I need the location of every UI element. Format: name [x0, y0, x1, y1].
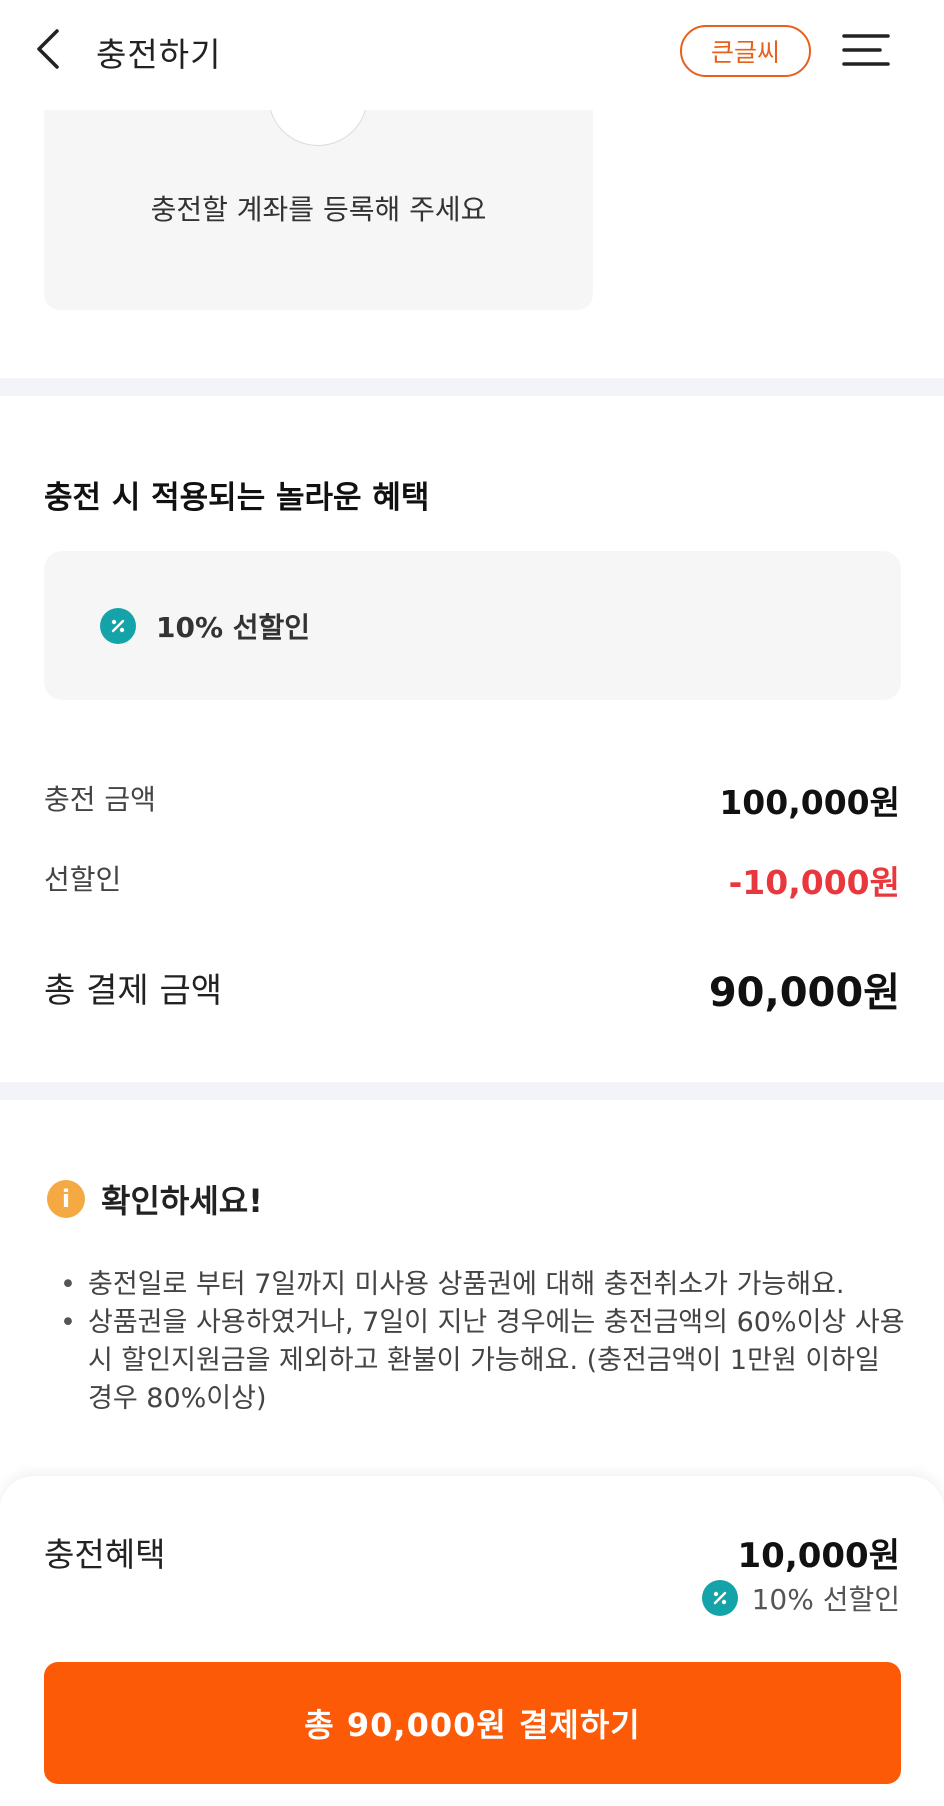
- menu-button[interactable]: [840, 28, 892, 72]
- total-amount-label: 총 결제 금액: [44, 971, 223, 1011]
- charge-benefit-detail: 10% 선할인: [701, 1578, 900, 1618]
- big-font-button[interactable]: 큰글씨: [680, 25, 811, 77]
- total-amount-value: 90,000원: [708, 970, 900, 1016]
- percent-icon: [701, 1580, 738, 1616]
- benefit-item: 10% 선할인: [44, 551, 901, 700]
- account-add-circle: [268, 110, 368, 146]
- notice-list: 충전일로 부터 7일까지 미사용 상품권에 대해 충전취소가 가능해요. 상품권…: [60, 1266, 906, 1418]
- charge-amount-label: 충전 금액: [44, 783, 156, 816]
- benefit-label: 10% 선할인: [156, 611, 311, 644]
- chevron-left-icon: [37, 29, 59, 69]
- charge-benefit-value: 10,000원: [737, 1536, 900, 1576]
- notice-item: 충전일로 부터 7일까지 미사용 상품권에 대해 충전취소가 가능해요.: [60, 1266, 906, 1304]
- app-header: 충전하기 큰글씨: [0, 0, 944, 110]
- charge-benefit-label: 충전혜택: [44, 1535, 166, 1574]
- discount-value: -10,000원: [728, 863, 900, 902]
- charge-amount-value: 100,000원: [719, 783, 900, 822]
- discount-label: 선할인: [44, 863, 122, 896]
- benefits-heading: 충전 시 적용되는 놀라운 혜택: [44, 480, 430, 516]
- pay-button[interactable]: 총 90,000원 결제하기: [44, 1662, 901, 1784]
- bottom-sheet: 충전혜택 10,000원 10% 선할인 총 90,000원 결제하기: [0, 1476, 944, 1806]
- percent-icon: [100, 608, 136, 644]
- back-button[interactable]: [28, 26, 68, 72]
- notice-item: 상품권을 사용하였거나, 7일이 지난 경우에는 충전금액의 60%이상 사용 …: [60, 1304, 906, 1418]
- charge-benefit-sub-label: 10% 선할인: [751, 1583, 900, 1616]
- notice-title: 확인하세요!: [101, 1182, 263, 1220]
- page-title: 충전하기: [96, 35, 222, 74]
- hamburger-menu-icon: [842, 34, 890, 66]
- register-account-text: 충전할 계좌를 등록해 주세요: [150, 193, 487, 226]
- register-account-card[interactable]: 충전할 계좌를 등록해 주세요: [44, 110, 593, 310]
- info-icon: i: [47, 1180, 85, 1218]
- section-divider: [0, 378, 944, 396]
- section-divider: [0, 1082, 944, 1100]
